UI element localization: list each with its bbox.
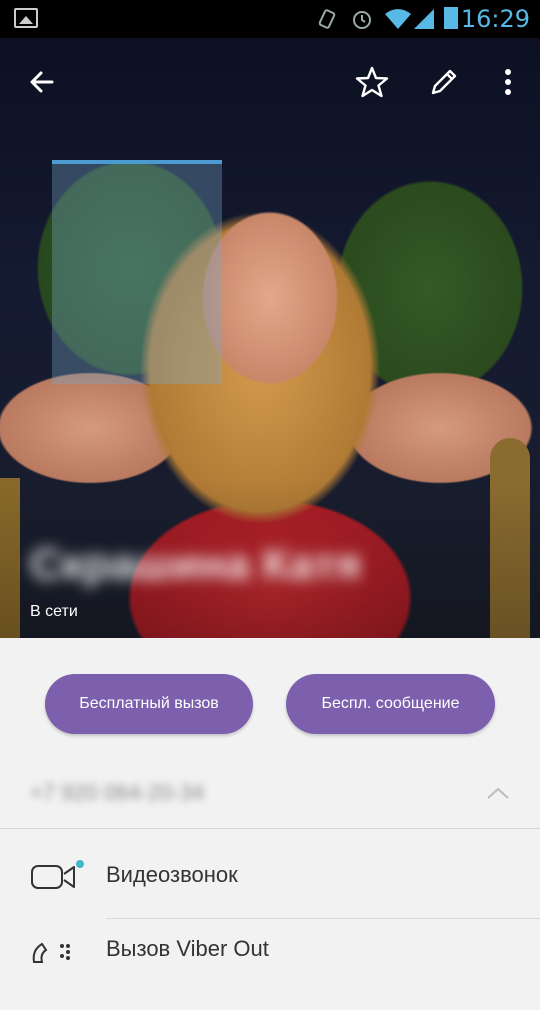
alarm-icon — [350, 7, 374, 36]
list-item-label: Видеозвонок — [106, 862, 238, 887]
signal-icon — [412, 8, 436, 35]
list-item-viber-out[interactable]: Вызов Viber Out — [0, 920, 540, 1010]
list-item-video-call[interactable]: Видеозвонок — [0, 830, 540, 920]
favorite-button[interactable] — [352, 62, 392, 102]
list-item-label: Вызов Viber Out — [106, 936, 269, 961]
wifi-icon — [384, 8, 412, 35]
free-call-button[interactable]: Бесплатный вызов — [45, 674, 253, 734]
edit-button[interactable] — [424, 62, 464, 102]
online-status: В сети — [30, 603, 78, 620]
photo-background-window — [52, 160, 222, 384]
vibrate-icon — [316, 8, 338, 35]
battery-icon — [444, 7, 458, 29]
clock: 16:29 — [460, 5, 530, 33]
status-bar: 16:29 — [0, 0, 540, 38]
back-arrow-icon — [30, 71, 54, 93]
viber-out-icon — [30, 940, 76, 969]
divider — [0, 828, 540, 829]
more-options-button[interactable] — [488, 62, 528, 102]
profile-photo[interactable]: Скрашина Катя В сети — [0, 38, 540, 638]
gallery-icon — [14, 8, 38, 28]
star-icon — [355, 66, 389, 98]
pencil-icon — [431, 69, 457, 95]
contact-name: Скрашина Катя — [30, 540, 362, 589]
phone-number[interactable]: +7 920 064-20-34 — [30, 780, 204, 806]
free-message-button[interactable]: Беспл. сообщение — [286, 674, 495, 734]
divider — [106, 918, 540, 919]
video-camera-icon — [30, 860, 86, 899]
more-vert-icon — [505, 69, 511, 95]
chevron-up-icon[interactable] — [486, 786, 509, 800]
back-button[interactable] — [22, 62, 62, 102]
